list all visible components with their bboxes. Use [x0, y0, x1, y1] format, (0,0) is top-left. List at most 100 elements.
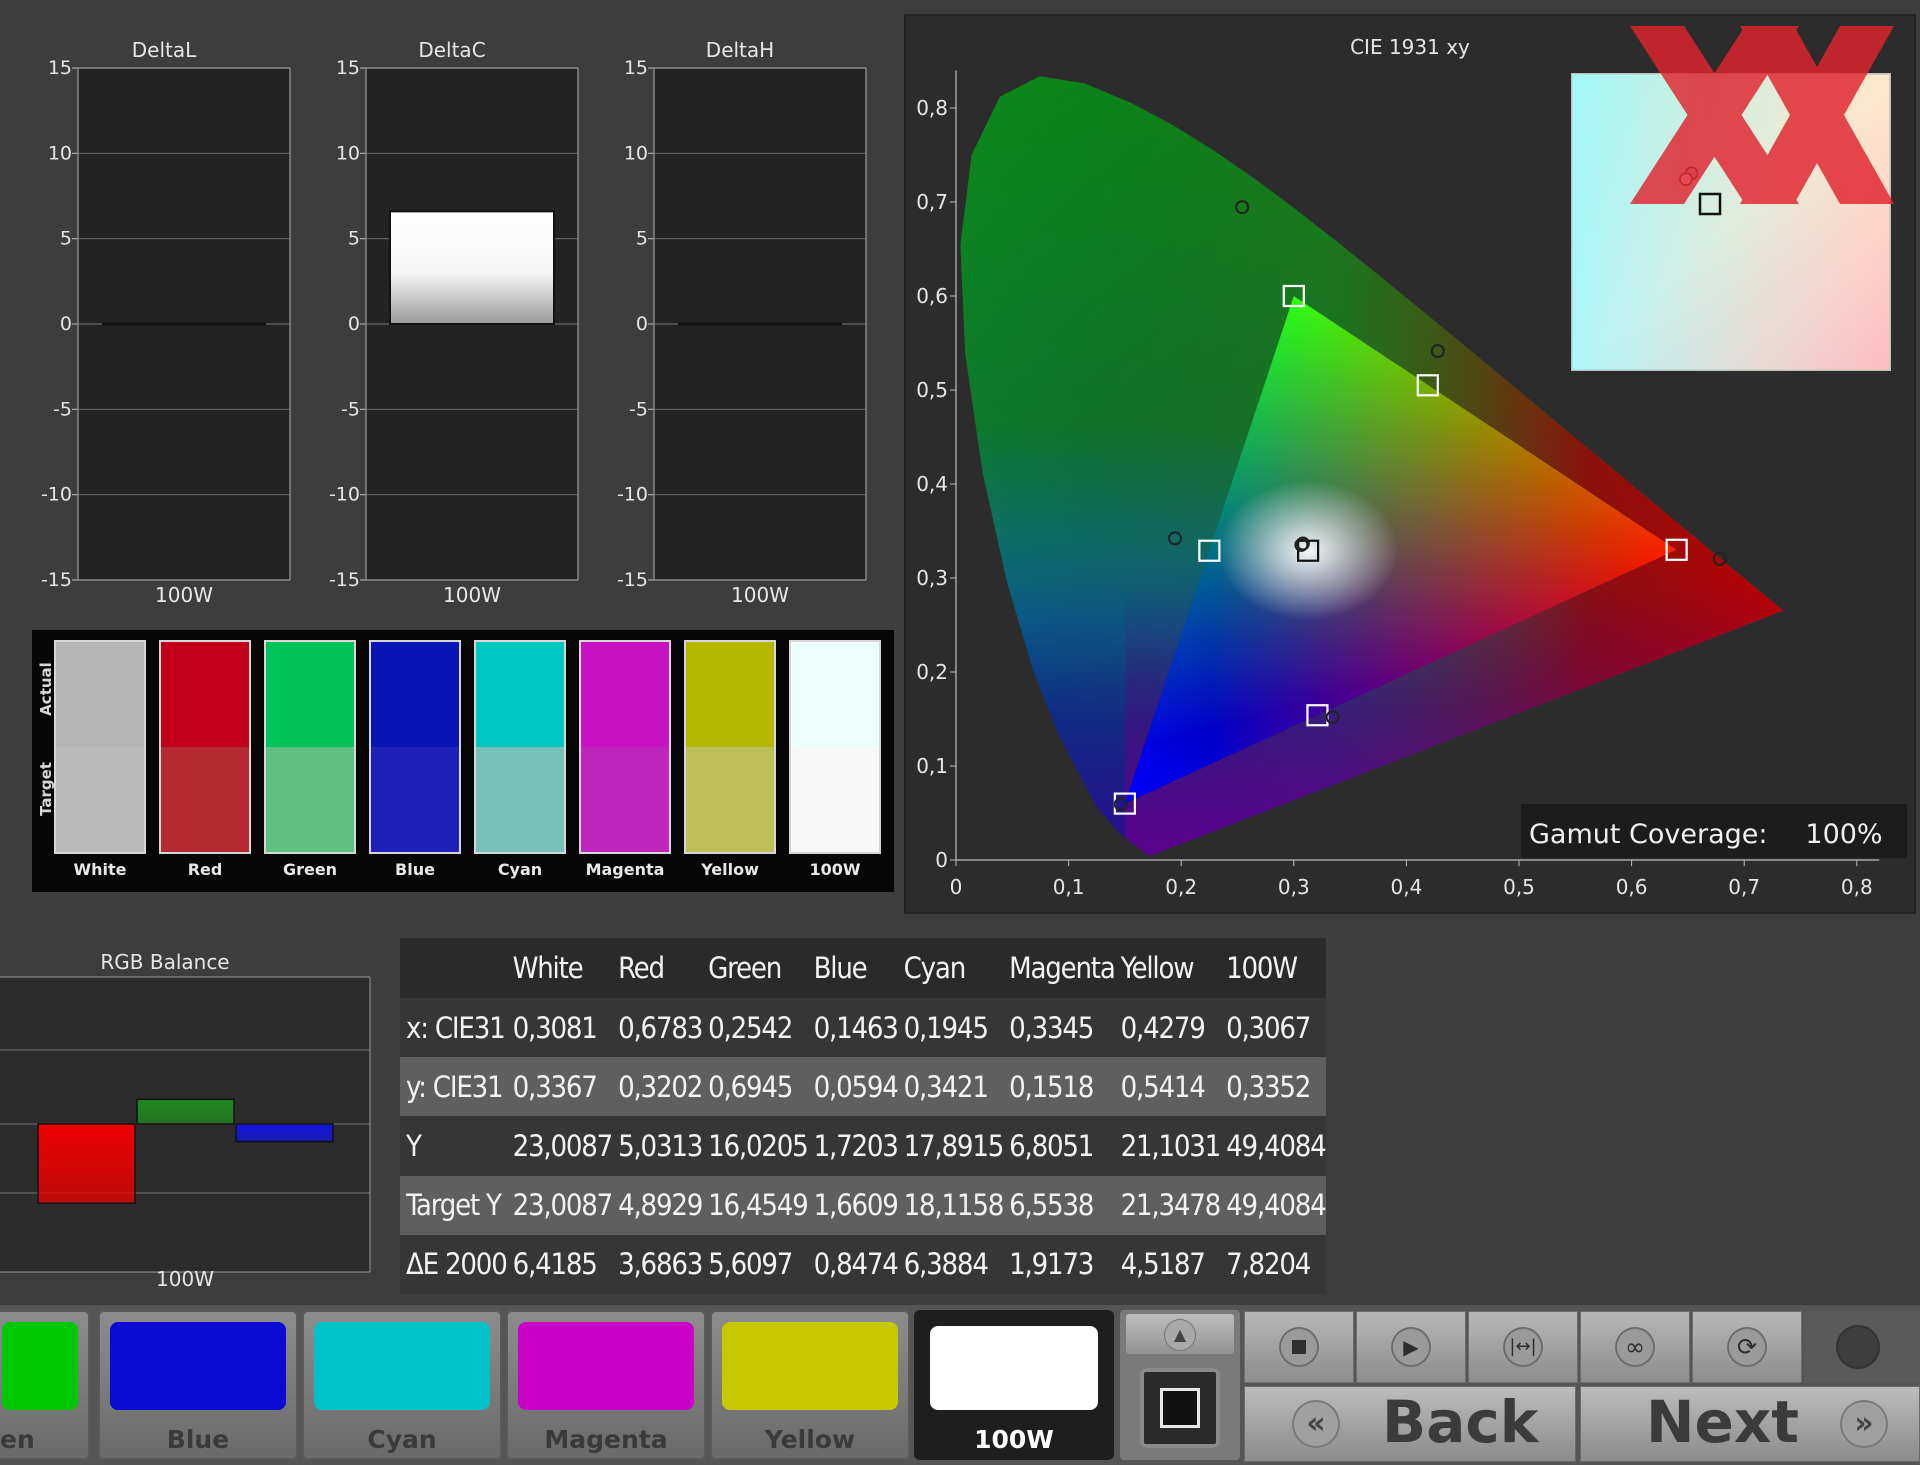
swatch-box	[161, 642, 249, 852]
table-cell: 0,3081	[512, 1010, 598, 1045]
patch-tile-100w[interactable]: 100W	[914, 1310, 1114, 1460]
table-cell: 0,1945	[903, 1010, 989, 1045]
play-icon: ▶	[1393, 1329, 1429, 1365]
swatch-target	[371, 747, 459, 852]
table-cell: 0,3067	[1226, 1010, 1311, 1045]
table-cell: 7,8204	[1226, 1247, 1311, 1282]
table-cell: 23,0087	[512, 1188, 614, 1223]
rgb-bar	[235, 1123, 334, 1143]
delta-tick-label: -5	[341, 398, 360, 420]
swatch-box	[371, 642, 459, 852]
gamut-coverage-value: 100%	[1805, 819, 1882, 850]
patch-tile-magenta[interactable]: Magenta	[506, 1310, 706, 1460]
table-cell: 5,0313	[618, 1128, 703, 1163]
swatch-box	[476, 642, 564, 852]
table-cell: 4,5187	[1120, 1247, 1206, 1282]
square-icon	[1160, 1388, 1200, 1428]
delta-category-label: 100W	[443, 583, 501, 607]
column-header: Green	[708, 951, 782, 985]
stop-pattern-button[interactable]	[1140, 1368, 1220, 1448]
table-cell: 23,0087	[512, 1128, 614, 1163]
swatch-box	[581, 642, 669, 852]
table-cell: 0,8474	[813, 1247, 899, 1282]
delta-tick-label: 15	[48, 57, 72, 79]
swatch-actual	[371, 642, 459, 747]
row-label: Y	[406, 1128, 422, 1163]
swatch-target	[56, 747, 144, 852]
swatch-box	[56, 642, 144, 852]
table-row: Y 23,0087 5,0313 16,0205 1,7203 17,8915 …	[400, 1116, 1327, 1176]
patch-tile-blue[interactable]: Blue	[98, 1310, 298, 1460]
delta-tick-label: -15	[329, 569, 360, 591]
play-button[interactable]: ▶	[1356, 1311, 1466, 1383]
table-cell: 16,4549	[708, 1188, 809, 1223]
swatch-box	[791, 642, 879, 852]
delta-tick-label: -5	[53, 398, 72, 420]
swatch-label: Green	[282, 860, 338, 879]
swatch-label: Cyan	[497, 860, 543, 879]
stop-button[interactable]	[1244, 1311, 1354, 1383]
gamut-white-glow	[1218, 480, 1399, 621]
swatch-label: 100W	[809, 860, 861, 879]
cie-chart: CIE 1931 xy 0 0,1 0,2 0,3 0,4 0,5 0,6 0,7 0,8 0 0,…	[916, 26, 1907, 899]
stop-icon	[1281, 1329, 1317, 1365]
table-cell: 17,8915	[903, 1128, 1005, 1163]
table-cell: 1,7203	[813, 1128, 899, 1163]
table-cell: 0,3352	[1226, 1069, 1311, 1104]
patch-label: Magenta	[544, 1425, 668, 1454]
double-chevron-left-icon: «	[1294, 1402, 1338, 1446]
cie-y-tick-label: 0,2	[916, 660, 948, 684]
range-icon: |↔|	[1505, 1329, 1541, 1365]
table-cell: 1,9173	[1009, 1247, 1094, 1282]
cie-x-tick-label: 0,3	[1278, 875, 1310, 899]
scroll-up-button[interactable]: ▲	[1126, 1314, 1234, 1354]
swatch-label: Magenta	[585, 860, 665, 879]
cie-y-tick-label: 0,1	[916, 754, 948, 778]
cie-y-tick-label: 0,5	[916, 378, 948, 402]
delta-tick-label: -10	[617, 484, 648, 506]
delta-tick-label: 0	[348, 313, 360, 335]
table-cell: 3,6863	[618, 1247, 703, 1282]
rgb-balance-title: RGB Balance	[100, 950, 229, 974]
next-button[interactable]: Next »	[1580, 1386, 1920, 1462]
patch-tile-green[interactable]: en	[0, 1310, 90, 1460]
swatch-actual	[581, 642, 669, 747]
swatch-target	[161, 747, 249, 852]
delta-bar	[389, 210, 555, 325]
patch-tile-yellow[interactable]: Yellow	[710, 1310, 910, 1460]
swatch-actual	[161, 642, 249, 747]
refresh-button[interactable]: ⟳	[1692, 1311, 1802, 1383]
patch-tile-cyan[interactable]: Cyan	[302, 1310, 502, 1460]
cie-y-tick-label: 0,3	[916, 566, 948, 590]
column-header: White	[512, 951, 584, 985]
back-button[interactable]: « Back	[1244, 1386, 1576, 1462]
swatch-actual	[266, 642, 354, 747]
cie-x-tick-label: 0,8	[1841, 875, 1873, 899]
table-cell: 49,4084	[1226, 1188, 1327, 1223]
infinity-icon: ∞	[1617, 1329, 1653, 1365]
rgb-bar	[136, 1098, 235, 1125]
cie-x-tick-label: 0,1	[1053, 875, 1085, 899]
delta-category-label: 100W	[155, 583, 213, 607]
range-button[interactable]: |↔|	[1468, 1311, 1578, 1383]
delta-chart-title: DeltaH	[706, 38, 774, 62]
back-label: Back	[1382, 1388, 1539, 1456]
swatch-column: Red	[161, 642, 253, 886]
cie-y-tick-label: 0,8	[916, 96, 948, 120]
swatch-actual	[56, 642, 144, 747]
table-cell: 16,0205	[708, 1128, 809, 1163]
swatch-box	[266, 642, 354, 852]
table-cell: 49,4084	[1226, 1128, 1327, 1163]
refresh-icon: ⟳	[1729, 1329, 1765, 1365]
table-cell: 0,6783	[618, 1010, 703, 1045]
table-cell: 4,8929	[618, 1188, 703, 1223]
swatch-row: White Red Green Blue Cyan Magenta Yellow 100W	[56, 642, 894, 886]
swatch-column: Green	[266, 642, 358, 886]
loop-button[interactable]: ∞	[1580, 1311, 1690, 1383]
patch-label: en	[0, 1425, 35, 1454]
patch-swatch	[110, 1322, 286, 1410]
swatch-target	[266, 747, 354, 852]
table-cell: 6,3884	[903, 1247, 989, 1282]
row-label: Target Y	[406, 1188, 502, 1223]
cie-x-tick-label: 0	[950, 875, 963, 899]
